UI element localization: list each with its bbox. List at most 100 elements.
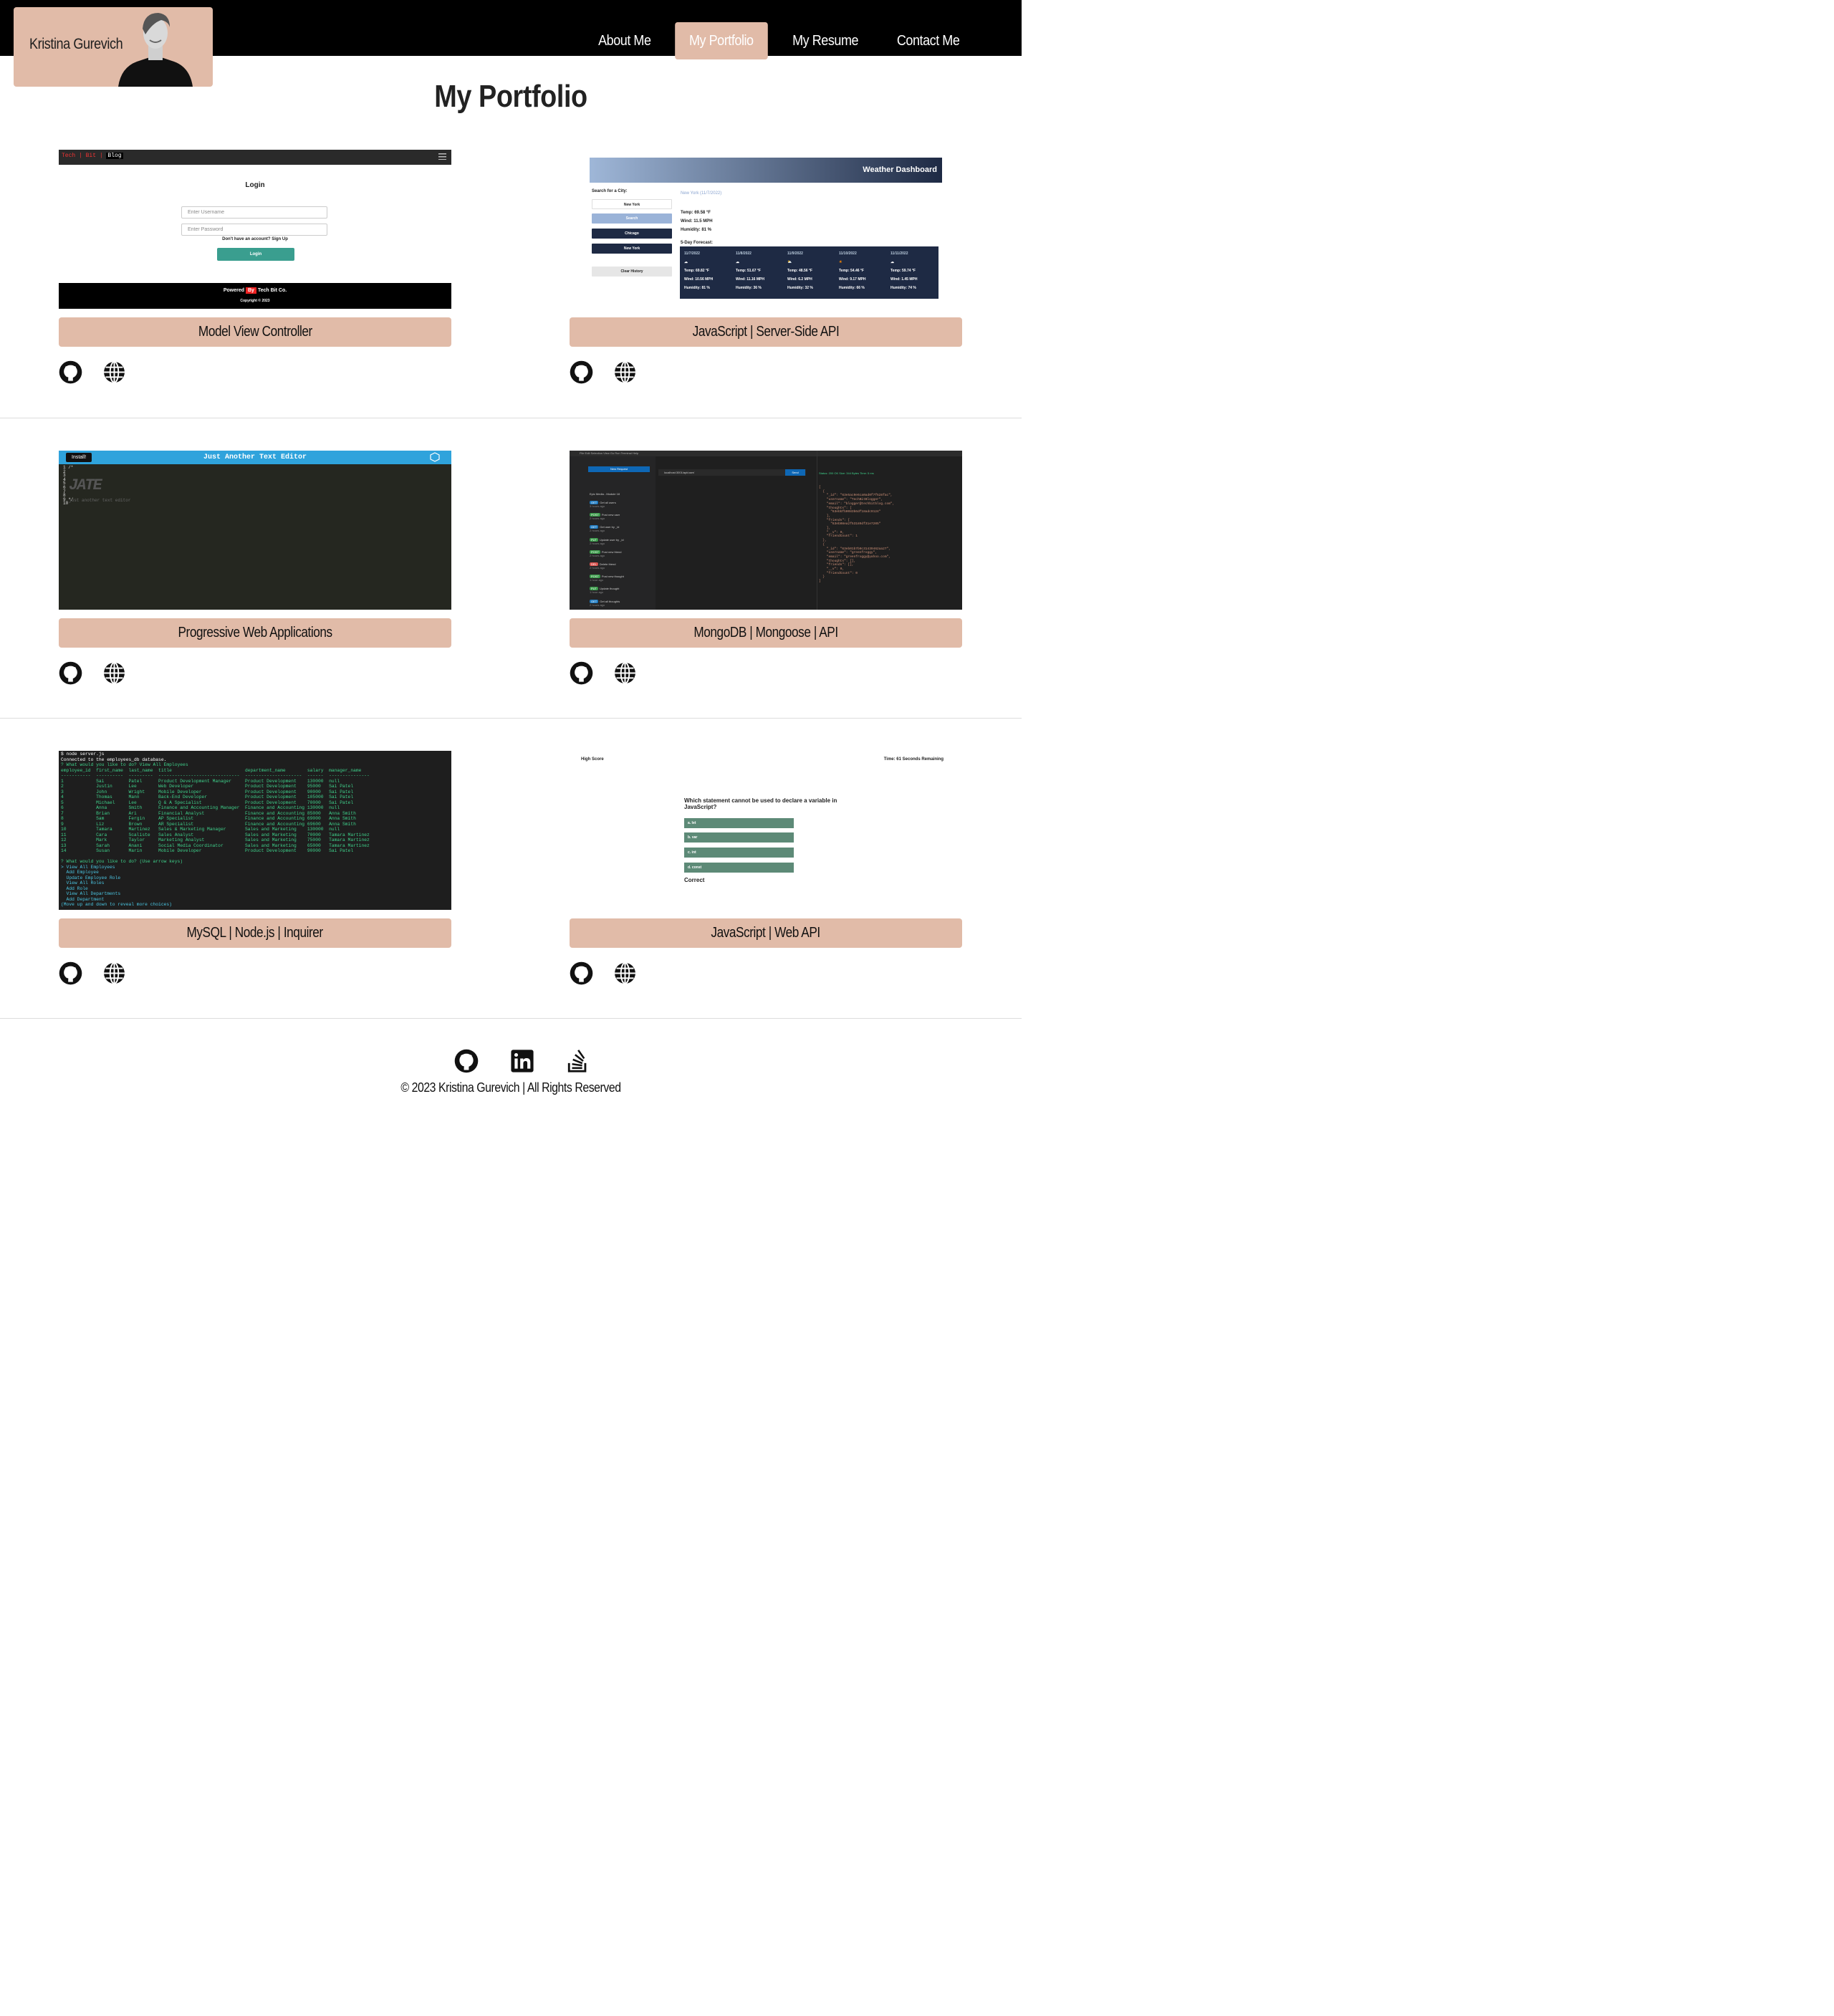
project-links xyxy=(59,661,451,685)
high-score-link: High Score xyxy=(581,757,604,762)
response-status: Status: 200 OK Size: 344 Bytes Time: 5 m… xyxy=(819,471,874,475)
answer-option: d. const xyxy=(684,863,794,873)
answer-option: a. let xyxy=(684,818,794,828)
search-label: Search for a City: xyxy=(592,189,628,193)
project-label-button[interactable]: MySQL | Node.js | Inquirer xyxy=(59,918,451,948)
project-card-pwa: Just Another Text Editor Install! 1 /* 2… xyxy=(59,451,451,685)
project-label-button[interactable]: Model View Controller xyxy=(59,317,451,347)
project-screenshot[interactable]: High Score Time: 61 Seconds Remaining Wh… xyxy=(570,751,962,910)
request-item: PUT Update user by _id 2 hours ago xyxy=(590,537,624,545)
login-button: Login xyxy=(217,248,294,261)
login-title: Login xyxy=(245,181,265,189)
history-button: Chicago xyxy=(592,229,672,239)
answer-option: b. var xyxy=(684,832,794,843)
forecast-title: 5-Day Forecast: xyxy=(681,241,714,245)
main-nav: About Me My Portfolio My Resume Contact … xyxy=(580,22,979,59)
editor-header: Just Another Text Editor xyxy=(59,451,451,464)
section-divider xyxy=(0,1018,1022,1019)
linkedin-icon[interactable] xyxy=(510,1049,534,1073)
section-divider xyxy=(0,718,1022,719)
timer: Time: 61 Seconds Remaining xyxy=(883,757,944,762)
app-logo: Tech | Bit | Blog xyxy=(62,153,123,159)
search-button: Search xyxy=(592,213,672,224)
project-card-weather: Weather Dashboard Search for a City: New… xyxy=(570,150,962,384)
request-sidebar: New Request Epic Media - Module 18 GET Ge… xyxy=(584,456,656,610)
github-icon[interactable] xyxy=(570,961,593,985)
project-links xyxy=(570,360,962,384)
page-title: My Portfolio xyxy=(434,79,587,114)
install-button: Install! xyxy=(66,453,92,462)
current-temp: Temp: 69.58 °F xyxy=(681,211,711,215)
request-item: GET Get user by _id 2 hours ago xyxy=(590,525,620,533)
avatar xyxy=(118,13,193,87)
nav-my-portfolio[interactable]: My Portfolio xyxy=(675,22,768,59)
activity-bar xyxy=(570,456,584,610)
globe-icon[interactable] xyxy=(613,961,637,985)
globe-icon[interactable] xyxy=(613,360,637,384)
project-label-button[interactable]: Progressive Web Applications xyxy=(59,618,451,648)
collection-name: Epic Media - Module 18 xyxy=(590,492,620,496)
brand-name: Kristina Gurevich xyxy=(29,36,123,52)
answer-option: c. int xyxy=(684,848,794,858)
editor-subtitle: just another text editor xyxy=(69,498,131,503)
project-screenshot[interactable]: File Edit Selection View Go Run Terminal… xyxy=(570,451,962,610)
github-icon[interactable] xyxy=(59,661,82,685)
globe-icon[interactable] xyxy=(613,661,637,685)
forecast-panel: 11/7/2022 ☁ Temp: 69.82 °F Wind: 10.56 MPH H… xyxy=(680,246,938,299)
username-field: Enter Username xyxy=(181,206,327,219)
request-item: GET Get all users 3 hours ago xyxy=(590,501,616,508)
globe-icon[interactable] xyxy=(102,661,126,685)
quiz-result: Correct xyxy=(684,877,705,883)
clear-history-button: Clear History xyxy=(592,267,672,277)
project-card-quiz: High Score Time: 61 Seconds Remaining Wh… xyxy=(570,751,962,985)
forecast-day: 11/7/2022 ☁ Temp: 69.82 °F Wind: 10.56 MPH H… xyxy=(684,251,714,290)
stackoverflow-icon[interactable] xyxy=(566,1049,590,1073)
nav-about-me[interactable]: About Me xyxy=(585,22,666,59)
terminal-output: $ node server.js Connected to the employ… xyxy=(61,752,370,907)
weather-header: Weather Dashboard xyxy=(590,158,942,183)
project-links xyxy=(59,360,451,384)
forecast-day: 11/8/2022 ☁ Temp: 51.67 °F Wind: 11.16 MPH H… xyxy=(736,251,764,290)
url-bar: localhost:3001/api/user/ xyxy=(658,469,806,476)
github-icon[interactable] xyxy=(570,661,593,685)
request-item: PUT Update thought 1 hour ago xyxy=(590,587,620,595)
footer-social-links xyxy=(454,1049,590,1073)
password-field: Enter Password xyxy=(181,224,327,236)
nav-contact-me[interactable]: Contact Me xyxy=(883,22,974,59)
forecast-day: 11/11/2022 ☁ Temp: 59.74 °F Wind: 1.45 MPH H… xyxy=(890,251,918,290)
new-request-button: New Request xyxy=(588,466,650,472)
globe-icon[interactable] xyxy=(102,360,126,384)
project-screenshot[interactable]: Tech | Bit | Blog Login Enter Username E… xyxy=(59,150,451,309)
nav-my-resume[interactable]: My Resume xyxy=(778,22,873,59)
copyright-text: © 2023 Kristina Gurevich | All Rights Re… xyxy=(400,1080,621,1095)
request-item: POST Post new thought 1 hour ago xyxy=(590,575,624,582)
request-item: POST Post new user 2 hours ago xyxy=(590,513,620,521)
github-icon[interactable] xyxy=(59,360,82,384)
current-wind: Wind: 11.5 MPH xyxy=(681,219,713,224)
city-input: New York xyxy=(592,199,672,209)
project-screenshot[interactable]: Weather Dashboard Search for a City: New… xyxy=(570,150,962,309)
send-button: Send xyxy=(785,469,805,476)
project-card-mongo: File Edit Selection View Go Run Terminal… xyxy=(570,451,962,685)
history-button: New York xyxy=(592,244,672,254)
github-icon[interactable] xyxy=(454,1049,479,1073)
project-screenshot[interactable]: Just Another Text Editor Install! 1 /* 2… xyxy=(59,451,451,610)
project-links xyxy=(59,961,451,985)
project-links xyxy=(570,661,962,685)
globe-icon[interactable] xyxy=(102,961,126,985)
project-screenshot[interactable]: $ node server.js Connected to the employ… xyxy=(59,751,451,910)
github-icon[interactable] xyxy=(59,961,82,985)
signup-text: Don't have an account? Sign Up xyxy=(222,237,288,241)
brand-card[interactable]: Kristina Gurevich xyxy=(14,7,213,87)
project-label-button[interactable]: JavaScript | Server-Side API xyxy=(570,317,962,347)
request-item: DEL Delete friend 2 hours ago xyxy=(590,562,616,570)
project-label-button[interactable]: JavaScript | Web API xyxy=(570,918,962,948)
project-label-button[interactable]: MongoDB | Mongoose | API xyxy=(570,618,962,648)
vscode-menu: File Edit Selection View Go Run Terminal… xyxy=(570,451,962,456)
app-footer: Powered By Tech Bit Co. Copyright © 2023 xyxy=(59,283,451,309)
project-card-mvc: Tech | Bit | Blog Login Enter Username E… xyxy=(59,150,451,384)
request-item: POST Post new friend 2 hours ago xyxy=(590,549,622,557)
github-icon[interactable] xyxy=(570,360,593,384)
project-links xyxy=(570,961,962,985)
json-response: [ { "_id": "63e5ac0e6ca0ad0f7f528fac", "… xyxy=(819,486,895,584)
